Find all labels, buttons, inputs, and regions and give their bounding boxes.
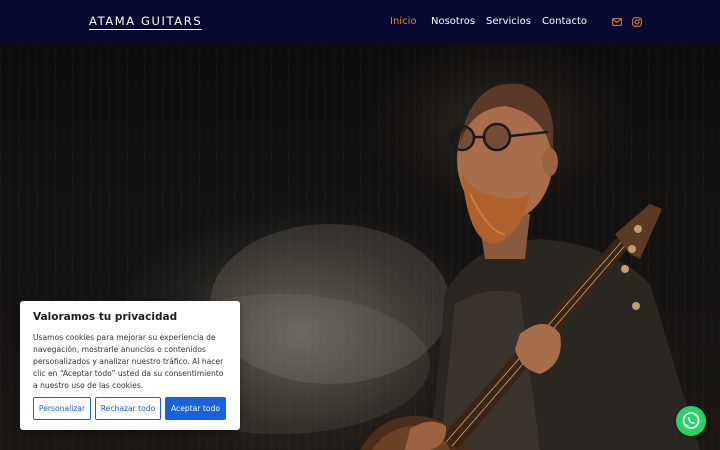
nav-link-inicio[interactable]: Inicio xyxy=(390,16,416,28)
instagram-icon[interactable] xyxy=(631,16,643,28)
whatsapp-icon xyxy=(682,412,700,429)
customize-button[interactable]: Personalizar xyxy=(33,397,91,420)
site-logo[interactable]: ATAMA GUITARS xyxy=(89,15,203,30)
cookie-button-group: Personalizar Rechazar todo Aceptar todo xyxy=(33,397,226,420)
top-navbar: ATAMA GUITARS Inicio Nosotros Servicios … xyxy=(0,0,720,44)
nav-link-contacto[interactable]: Contacto xyxy=(542,16,587,28)
cookie-description: Usamos cookies para mejorar su experienc… xyxy=(33,333,224,390)
reject-all-button[interactable]: Rechazar todo xyxy=(95,397,161,420)
envelope-icon[interactable] xyxy=(611,16,623,28)
whatsapp-chat-button[interactable] xyxy=(676,406,706,436)
nav-link-servicios[interactable]: Servicios xyxy=(486,16,531,28)
cookie-consent-banner: Valoramos tu privacidad Usamos cookies p… xyxy=(20,301,240,430)
cookie-title: Valoramos tu privacidad xyxy=(33,311,178,323)
nav-link-nosotros[interactable]: Nosotros xyxy=(431,16,475,28)
accept-all-button[interactable]: Aceptar todo xyxy=(165,397,226,420)
